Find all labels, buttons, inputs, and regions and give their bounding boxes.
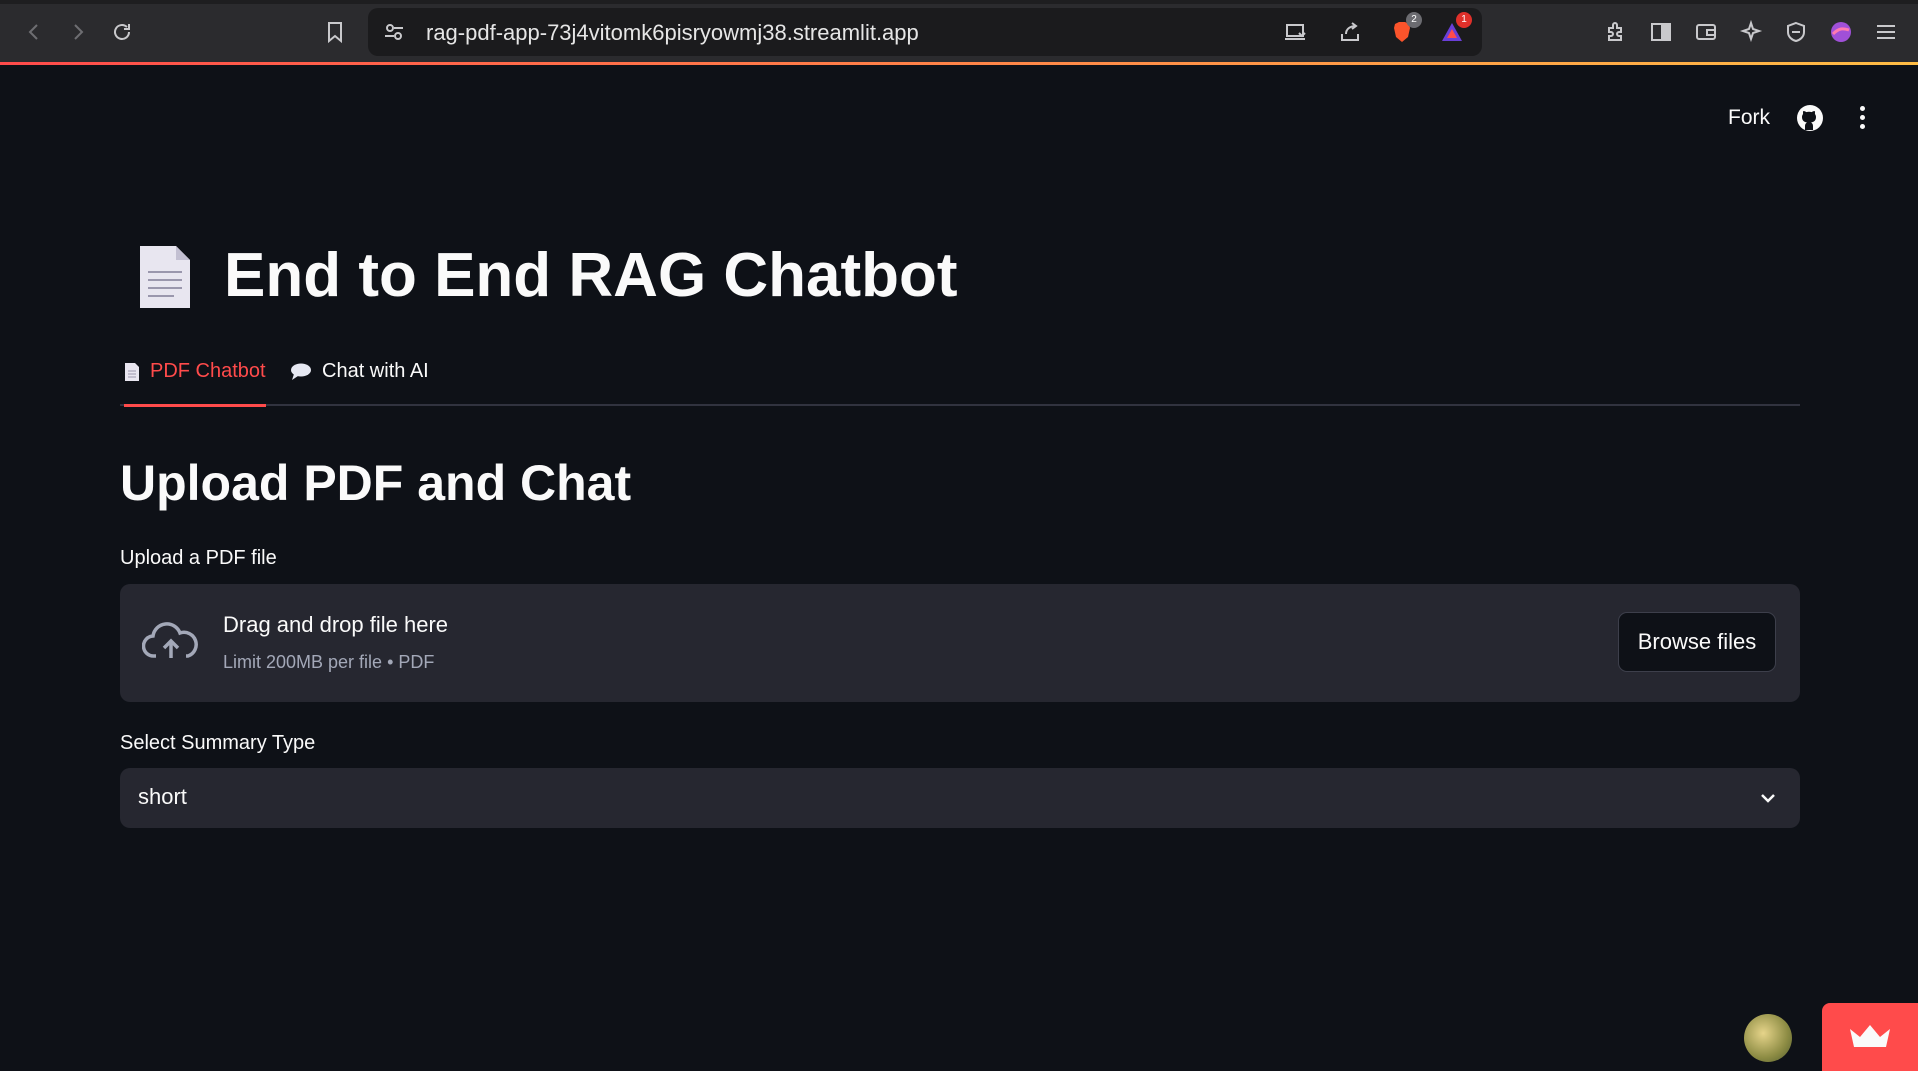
tab-pdf-chatbot[interactable]: PDF Chatbot xyxy=(124,360,266,407)
profile-avatar-icon xyxy=(1831,22,1851,42)
brave-rewards-button[interactable]: 1 xyxy=(1434,12,1472,50)
streamlit-accent-bar xyxy=(0,62,1918,65)
sidebar-toggle-button[interactable] xyxy=(1643,14,1679,50)
shield-icon xyxy=(1787,21,1805,43)
fork-button[interactable]: Fork xyxy=(1728,106,1770,130)
summary-type-label: Select Summary Type xyxy=(120,732,316,754)
section-heading: Upload PDF and Chat xyxy=(120,455,632,511)
address-bar[interactable]: rag-pdf-app-73j4vitomk6pisryowmj38.strea… xyxy=(368,8,1482,56)
menu-dot xyxy=(1860,115,1865,120)
reload-button[interactable] xyxy=(104,14,140,50)
menu-dot xyxy=(1860,124,1865,129)
tab-bar: PDF Chatbot Chat with AI xyxy=(120,352,1800,407)
hamburger-menu-icon xyxy=(1877,25,1895,39)
sparkle-icon xyxy=(1739,20,1763,43)
select-value: short xyxy=(138,784,187,809)
bookmark-icon xyxy=(328,22,342,44)
main-menu-button[interactable] xyxy=(1868,14,1904,50)
summary-type-select[interactable]: short xyxy=(120,768,1800,828)
share-icon xyxy=(1341,22,1359,41)
rewards-count-badge: 1 xyxy=(1456,12,1472,28)
extensions-button[interactable] xyxy=(1598,14,1634,50)
wallet-button[interactable] xyxy=(1688,14,1724,50)
upload-label: Upload a PDF file xyxy=(120,547,277,569)
wallet-icon xyxy=(1696,24,1716,40)
leo-ai-button[interactable] xyxy=(1733,14,1769,50)
back-arrow-icon xyxy=(28,24,38,40)
forward-button[interactable] xyxy=(60,14,96,50)
user-avatar[interactable] xyxy=(1744,1014,1792,1062)
toolbar-top-edge xyxy=(0,0,1918,4)
shield-count-badge: 2 xyxy=(1406,12,1422,28)
bookmark-button[interactable] xyxy=(317,14,353,50)
reload-icon xyxy=(114,24,130,40)
document-icon xyxy=(125,363,139,381)
page-title: End to End RAG Chatbot xyxy=(224,241,958,310)
profile-button[interactable] xyxy=(1823,14,1859,50)
github-icon[interactable] xyxy=(1796,104,1824,132)
browse-files-button[interactable]: Browse files xyxy=(1618,612,1776,672)
vpn-button[interactable] xyxy=(1778,14,1814,50)
tab-label: PDF Chatbot xyxy=(150,360,266,382)
cloud-upload-icon xyxy=(142,622,198,658)
brave-shields-button[interactable]: 2 xyxy=(1384,12,1422,50)
streamlit-crown-icon xyxy=(1850,1025,1890,1047)
puzzle-piece-icon xyxy=(1608,22,1622,41)
site-settings-icon xyxy=(385,24,403,40)
chevron-down-icon xyxy=(1761,794,1775,803)
browser-toolbar: rag-pdf-app-73j4vitomk6pisryowmj38.strea… xyxy=(0,0,1918,65)
tab-chat-with-ai[interactable]: Chat with AI xyxy=(290,360,429,404)
streamlit-badge[interactable] xyxy=(1822,1003,1918,1071)
dropzone-instructions: Drag and drop file here xyxy=(223,612,449,637)
file-dropzone[interactable] xyxy=(120,584,1800,702)
tab-label: Chat with AI xyxy=(322,360,429,382)
install-app-icon xyxy=(1285,24,1306,40)
back-button[interactable] xyxy=(16,14,52,50)
dropzone-limit: Limit 200MB per file • PDF xyxy=(223,652,435,672)
document-icon xyxy=(140,246,190,308)
forward-arrow-icon xyxy=(74,24,84,40)
url-text[interactable]: rag-pdf-app-73j4vitomk6pisryowmj38.strea… xyxy=(426,20,919,46)
sidebar-icon xyxy=(1651,23,1671,41)
menu-dot xyxy=(1860,106,1865,111)
speech-bubble-icon xyxy=(291,363,311,380)
install-app-button[interactable] xyxy=(1278,14,1314,50)
share-button[interactable] xyxy=(1332,14,1368,50)
app-menu-button[interactable] xyxy=(1860,106,1866,130)
